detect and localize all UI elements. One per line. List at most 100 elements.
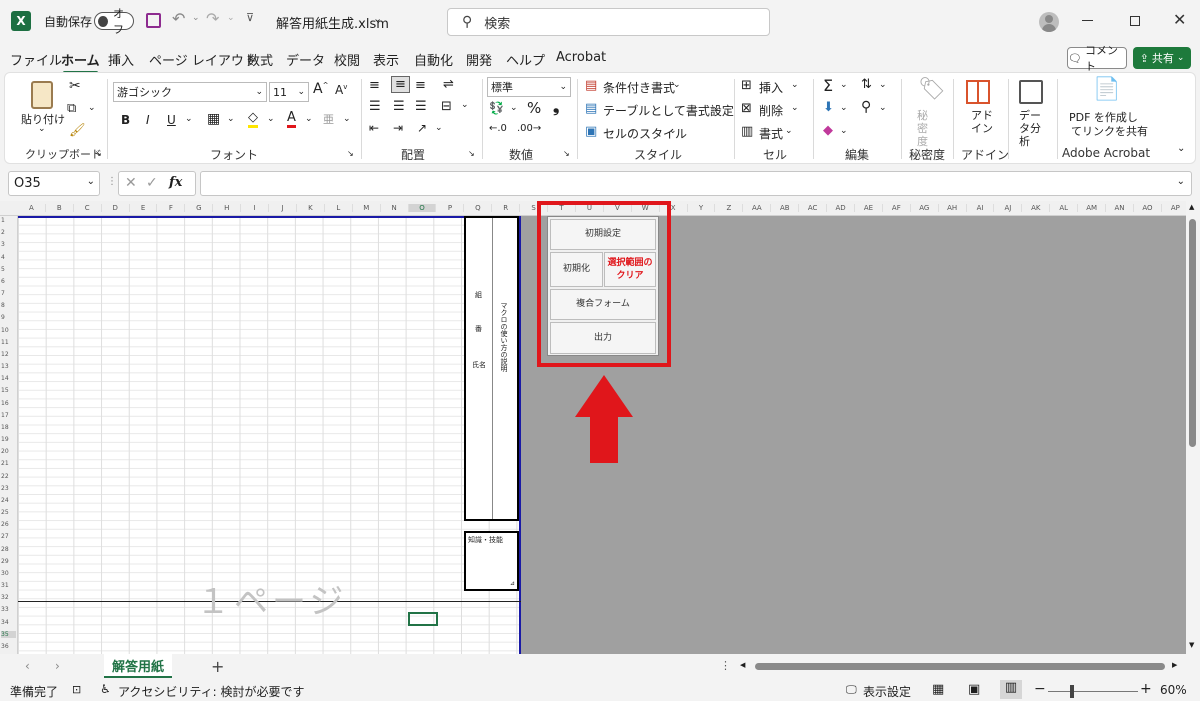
- row-header-17[interactable]: 17: [1, 412, 16, 419]
- row-header-32[interactable]: 32: [1, 594, 16, 601]
- borders-chevron-icon[interactable]: ⌄: [227, 114, 235, 124]
- selected-cell[interactable]: [408, 612, 438, 626]
- wrap-text-icon[interactable]: ⇌: [443, 77, 454, 92]
- autosave-toggle[interactable]: オフ: [94, 7, 134, 36]
- decrease-indent-icon[interactable]: ⇤: [369, 121, 379, 135]
- hscroll-left-icon[interactable]: ◀: [740, 661, 745, 669]
- row-header-20[interactable]: 20: [1, 448, 16, 455]
- row-header-15[interactable]: 15: [1, 387, 16, 394]
- column-header-ae[interactable]: AE: [855, 204, 883, 212]
- number-format-select[interactable]: 標準 ⌄: [487, 77, 571, 97]
- align-bottom-icon[interactable]: ≡: [415, 78, 426, 93]
- dialog-launcher-icon[interactable]: ↘: [347, 149, 354, 158]
- align-left-icon[interactable]: ☰: [369, 99, 381, 114]
- column-header-ao[interactable]: AO: [1134, 204, 1162, 212]
- column-header-k[interactable]: K: [297, 204, 325, 212]
- conditional-format-icon[interactable]: ▤: [585, 78, 597, 93]
- font-color-icon[interactable]: A: [287, 110, 296, 128]
- horizontal-scroll-thumb[interactable]: [755, 663, 1165, 670]
- format-cells-button[interactable]: 書式: [759, 125, 783, 142]
- comment-button[interactable]: 🗨 コメント: [1067, 44, 1127, 73]
- conditional-format-button[interactable]: 条件付き書式: [603, 79, 675, 96]
- pdf-share-button-line2[interactable]: てリンクを共有: [1071, 123, 1148, 139]
- tab-scroll-left-icon[interactable]: ‹: [25, 659, 30, 673]
- zoom-level[interactable]: 60%: [1160, 683, 1187, 697]
- row-header-3[interactable]: 3: [1, 241, 16, 248]
- macro-record-icon[interactable]: ⊡: [72, 683, 81, 696]
- paste-icon[interactable]: [31, 81, 53, 109]
- add-sheet-button[interactable]: +: [211, 657, 224, 676]
- column-header-q[interactable]: Q: [464, 204, 493, 212]
- column-header-ab[interactable]: AB: [771, 204, 800, 212]
- column-header-m[interactable]: M: [353, 204, 381, 212]
- column-header-l[interactable]: L: [325, 204, 353, 212]
- percent-icon[interactable]: %: [527, 99, 541, 117]
- share-button[interactable]: ⇪ 共有 ⌄: [1133, 47, 1191, 69]
- fill-color-icon[interactable]: ◇: [248, 110, 258, 128]
- paste-chevron-icon[interactable]: ⌄: [38, 124, 46, 134]
- currency-icon[interactable]: 💱: [489, 101, 504, 115]
- currency-chevron-icon[interactable]: ⌄: [510, 103, 518, 113]
- orientation-icon[interactable]: ↗: [417, 121, 427, 135]
- dialog-launcher-icon[interactable]: ↘: [563, 149, 570, 158]
- column-header-al[interactable]: AL: [1050, 204, 1079, 212]
- row-header-27[interactable]: 27: [1, 533, 16, 540]
- column-header-o[interactable]: O: [408, 204, 437, 212]
- clear-chevron-icon[interactable]: ⌄: [840, 126, 848, 136]
- insert-cells-button[interactable]: 挿入: [759, 79, 783, 96]
- cut-icon[interactable]: ✂: [69, 78, 81, 94]
- sensitivity-icon[interactable]: 🏷: [918, 77, 946, 102]
- column-header-ad[interactable]: AD: [827, 204, 855, 212]
- row-header-34[interactable]: 34: [1, 619, 16, 626]
- align-center-icon[interactable]: ☰: [393, 99, 405, 114]
- row-header-16[interactable]: 16: [1, 400, 16, 407]
- tab-page-layout[interactable]: ページ レイアウト: [149, 50, 257, 69]
- customize-qat-icon[interactable]: ⊽: [246, 11, 254, 24]
- comma-icon[interactable]: ❟: [553, 97, 559, 117]
- delete-cells-chevron-icon[interactable]: ⌄: [791, 103, 799, 113]
- format-painter-icon[interactable]: 🖌: [69, 123, 86, 138]
- column-header-y[interactable]: Y: [688, 204, 716, 212]
- cell-styles-icon[interactable]: ▣: [585, 124, 597, 139]
- file-name[interactable]: 解答用紙生成.xlsm: [276, 13, 389, 32]
- cancel-icon[interactable]: ✕: [125, 175, 137, 191]
- tab-developer[interactable]: 開発: [466, 50, 492, 69]
- format-as-table-chevron-icon[interactable]: ⌄: [713, 103, 721, 113]
- row-header-35[interactable]: 35: [1, 630, 16, 638]
- phonetic-chevron-icon[interactable]: ⌄: [343, 114, 351, 124]
- align-top-icon[interactable]: ≡: [369, 78, 380, 93]
- filename-chevron-icon[interactable]: ⌄: [373, 12, 382, 25]
- row-header-6[interactable]: 6: [1, 278, 16, 285]
- enter-icon[interactable]: ✓: [146, 175, 158, 191]
- align-middle-icon[interactable]: ≡: [391, 76, 410, 93]
- align-right-icon[interactable]: ☰: [415, 99, 427, 114]
- accessibility-status[interactable]: アクセシビリティ: 検討が必要です: [118, 683, 305, 700]
- copy-chevron-icon[interactable]: ⌄: [88, 103, 96, 113]
- column-header-j[interactable]: J: [269, 204, 297, 212]
- row-header-4[interactable]: 4: [1, 254, 16, 261]
- row-header-26[interactable]: 26: [1, 521, 16, 528]
- column-header-c[interactable]: C: [74, 204, 102, 212]
- name-box[interactable]: O35 ⌄: [8, 171, 100, 196]
- clear-icon[interactable]: ◆: [823, 123, 833, 138]
- decrease-decimal-icon[interactable]: .00→: [517, 123, 541, 134]
- undo-dropdown-icon[interactable]: ⌄: [192, 13, 200, 23]
- column-header-i[interactable]: I: [241, 204, 270, 212]
- row-header-24[interactable]: 24: [1, 497, 16, 504]
- hscroll-right-icon[interactable]: ▶: [1172, 661, 1177, 669]
- tab-data[interactable]: データ: [286, 50, 325, 69]
- zoom-slider[interactable]: [1048, 691, 1138, 692]
- tab-help[interactable]: ヘルプ: [506, 50, 545, 69]
- row-header-1[interactable]: 1: [1, 217, 16, 224]
- row-header-36[interactable]: 36: [1, 643, 16, 650]
- row-header-31[interactable]: 31: [1, 582, 16, 589]
- maximize-icon[interactable]: [1130, 16, 1140, 26]
- conditional-format-chevron-icon[interactable]: ⌄: [673, 80, 681, 90]
- data-analysis-icon[interactable]: [1019, 80, 1043, 104]
- row-header-11[interactable]: 11: [1, 339, 16, 346]
- column-header-ac[interactable]: AC: [799, 204, 828, 212]
- insert-cells-chevron-icon[interactable]: ⌄: [791, 80, 799, 90]
- worksheet-area[interactable]: A B C D E F G H I J K L M N O P Q R S T U V W X Y Z AA AB AC AD AE AF AG…: [0, 201, 1186, 654]
- column-header-h[interactable]: H: [213, 204, 242, 212]
- column-header-an[interactable]: AN: [1106, 204, 1134, 212]
